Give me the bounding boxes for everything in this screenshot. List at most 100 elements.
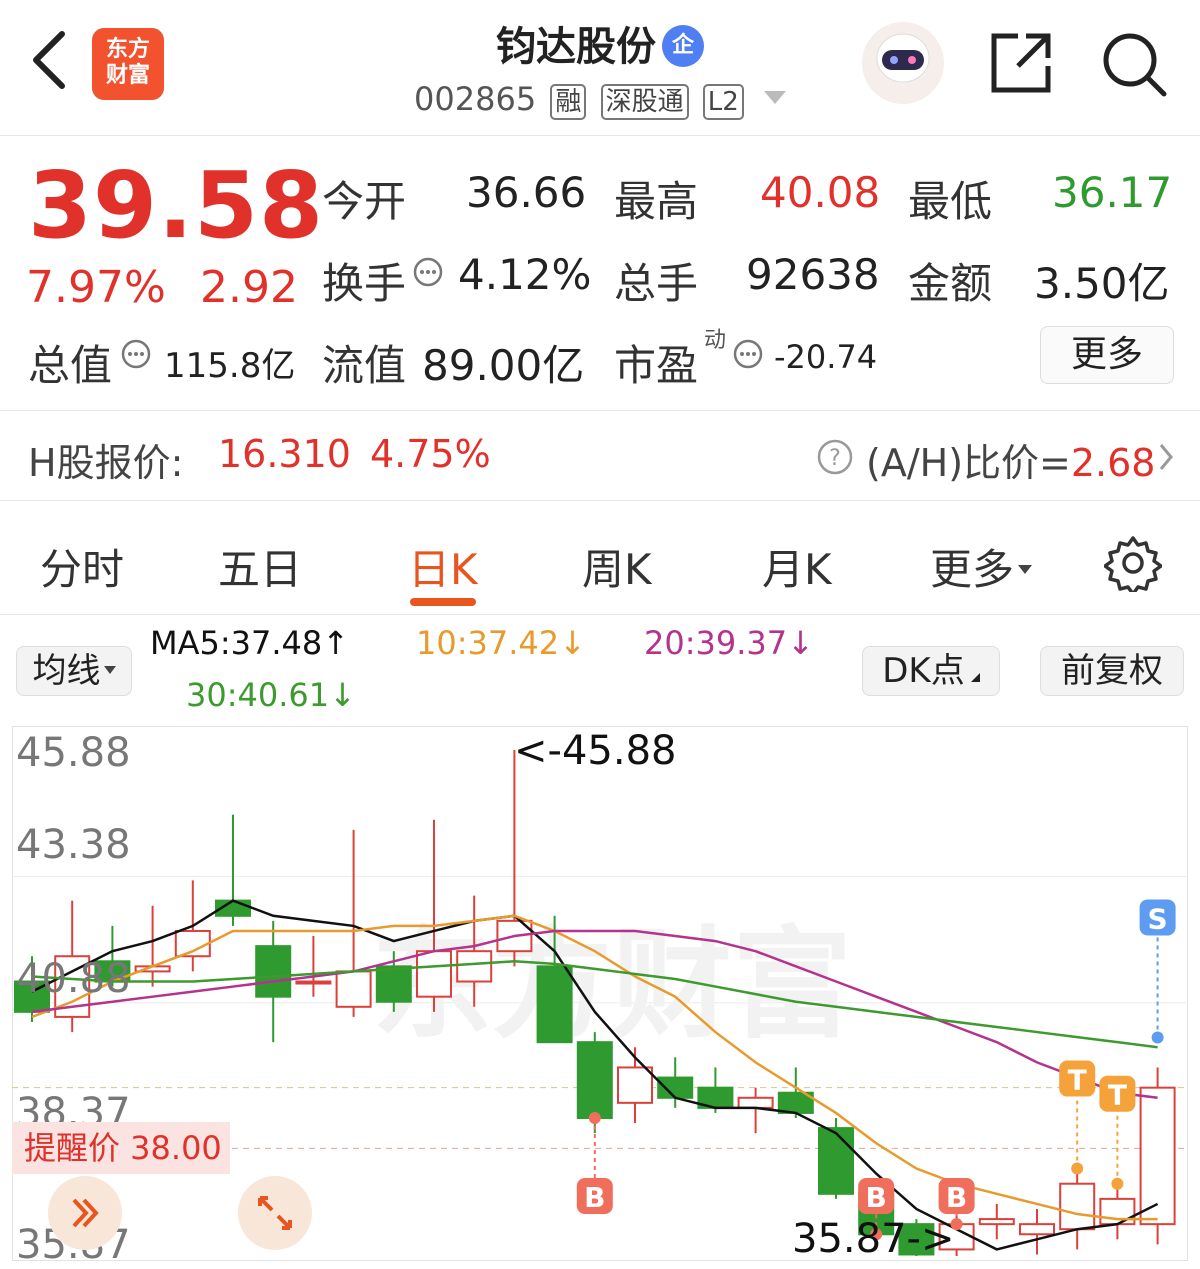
candle-body bbox=[1059, 1182, 1096, 1231]
tab-daily-k[interactable]: 日K bbox=[408, 536, 478, 597]
amount-label: 金额 bbox=[908, 259, 993, 308]
corner-triangle-icon bbox=[970, 673, 980, 682]
signal-label: B bbox=[584, 1181, 605, 1214]
y-tick-3: 40.88 bbox=[16, 956, 131, 1002]
last-price: 39.58 bbox=[28, 152, 325, 259]
stock-code: 002865 bbox=[414, 80, 537, 118]
share-icon[interactable] bbox=[988, 30, 1054, 96]
hshare-price: 16.310 bbox=[218, 432, 351, 476]
tag-level2: L2 bbox=[702, 84, 744, 120]
kline-canvas[interactable]: 东方财富B B BT TS bbox=[12, 726, 1188, 1261]
alert-price-label[interactable]: 提醒价 38.00 bbox=[12, 1122, 230, 1174]
min-price-label: 35.87-> bbox=[792, 1216, 955, 1262]
dk-point-label: DK点 bbox=[882, 651, 965, 691]
candle-body bbox=[1019, 1223, 1055, 1236]
max-price-label: <-45.88 bbox=[514, 728, 677, 774]
low-value: 36.17 bbox=[1052, 168, 1173, 217]
kline-chart[interactable]: 东方财富 B B B T T S bbox=[12, 726, 1188, 1261]
marker-dot bbox=[1071, 1162, 1084, 1175]
turnover-label: 换手 bbox=[322, 259, 407, 308]
low-label: 最低 bbox=[908, 177, 993, 226]
candle-body bbox=[456, 950, 493, 983]
tab-more-label: 更多 bbox=[930, 545, 1015, 594]
hshare-pct: 4.75% bbox=[370, 432, 491, 476]
expand-arrows-icon bbox=[258, 1196, 292, 1230]
tab-intraday[interactable]: 分时 bbox=[40, 536, 124, 597]
market-cap-label: 总值 bbox=[28, 341, 113, 390]
float-cap-label: 流值 bbox=[322, 341, 407, 390]
pe-label: 市盈 bbox=[614, 341, 699, 390]
signal-label: T bbox=[1108, 1079, 1127, 1112]
ma20-value: 20:39.37↓ bbox=[644, 624, 814, 662]
pe-superscript: 动 bbox=[704, 328, 727, 353]
y-tick-top: 45.88 bbox=[16, 730, 131, 776]
chevron-down-icon[interactable] bbox=[763, 91, 786, 104]
signal-label: B bbox=[946, 1181, 967, 1214]
candle-body bbox=[576, 1041, 613, 1119]
ah-ratio-value: 2.68 bbox=[1070, 441, 1156, 485]
turnover-value: 4.12% bbox=[458, 250, 592, 299]
candle-body bbox=[375, 965, 412, 1003]
help-icon[interactable]: ? bbox=[816, 438, 854, 476]
ma-select-label: 均线 bbox=[32, 651, 101, 691]
candle-body bbox=[737, 1096, 774, 1109]
candle-body bbox=[295, 980, 332, 985]
marker-dot bbox=[1111, 1177, 1124, 1190]
gear-icon[interactable] bbox=[1104, 534, 1162, 592]
dk-point-button[interactable]: DK点 bbox=[862, 646, 1000, 696]
candle-body bbox=[1099, 1197, 1136, 1226]
candle-body bbox=[335, 970, 372, 1008]
more-quote-button[interactable]: 更多 bbox=[1040, 326, 1174, 384]
market-cap-value: 115.8亿 bbox=[164, 346, 296, 386]
volume-label: 总手 bbox=[614, 259, 699, 308]
ma10-value: 10:37.42↓ bbox=[416, 624, 586, 662]
more-info-icon[interactable] bbox=[732, 338, 764, 370]
active-tab-indicator bbox=[410, 598, 476, 606]
open-label: 今开 bbox=[322, 177, 407, 226]
caret-down-icon bbox=[103, 666, 116, 674]
candle-body bbox=[978, 1218, 1015, 1226]
ma5-text: MA5:37.48 bbox=[150, 624, 323, 662]
change-amount: 2.92 bbox=[200, 262, 298, 313]
marker-dot bbox=[588, 1112, 601, 1124]
ah-ratio: (A/H)比价=2.68 bbox=[866, 432, 1155, 487]
ma30-text: 30:40.61 bbox=[186, 676, 330, 714]
enterprise-badge: 企 bbox=[662, 25, 704, 67]
candle-body bbox=[818, 1127, 854, 1195]
top-bar: 东方 财富 钧达股份企 002865 融 深股通 L2 bbox=[0, 0, 1200, 136]
tab-weekly-k[interactable]: 周K bbox=[582, 536, 652, 597]
tag-connect: 深股通 bbox=[600, 84, 689, 120]
pe-value: -20.74 bbox=[774, 338, 878, 376]
volume-value: 92638 bbox=[746, 250, 880, 299]
hshare-label: H股报价: bbox=[28, 441, 184, 485]
ma10-text: 10:37.42 bbox=[416, 624, 560, 662]
tab-monthly-k[interactable]: 月K bbox=[762, 536, 832, 597]
candle-body bbox=[1139, 1086, 1176, 1226]
candle-body bbox=[617, 1066, 653, 1104]
open-value: 36.66 bbox=[466, 168, 587, 217]
robot-assistant-icon[interactable] bbox=[862, 22, 944, 104]
signal-label: B bbox=[866, 1181, 887, 1214]
more-info-icon[interactable] bbox=[120, 338, 152, 370]
candle-body bbox=[657, 1076, 694, 1099]
price-adjust-button[interactable]: 前复权 bbox=[1040, 646, 1184, 696]
chevron-right-icon[interactable] bbox=[1158, 442, 1174, 472]
search-icon[interactable] bbox=[1100, 30, 1170, 100]
tab-more[interactable]: 更多 bbox=[930, 536, 1033, 597]
tab-five-day[interactable]: 五日 bbox=[218, 536, 302, 597]
ma5-value: MA5:37.48↑ bbox=[150, 624, 350, 662]
more-info-icon[interactable] bbox=[412, 256, 444, 288]
tag-margin: 融 bbox=[550, 84, 587, 120]
high-value: 40.08 bbox=[760, 168, 881, 217]
marker-dot bbox=[1151, 1031, 1164, 1044]
change-percent: 7.97% bbox=[26, 262, 166, 313]
expand-panel-button[interactable] bbox=[48, 1176, 122, 1250]
high-label: 最高 bbox=[614, 177, 699, 226]
amount-value: 3.50亿 bbox=[1034, 259, 1170, 308]
fullscreen-button[interactable] bbox=[238, 1176, 312, 1250]
y-tick-2: 43.38 bbox=[16, 822, 131, 868]
ma30-value: 30:40.61↓ bbox=[186, 676, 356, 714]
ma-select-button[interactable]: 均线 bbox=[16, 646, 132, 696]
signal-label: T bbox=[1068, 1064, 1087, 1097]
double-chevron-icon bbox=[72, 1198, 99, 1228]
